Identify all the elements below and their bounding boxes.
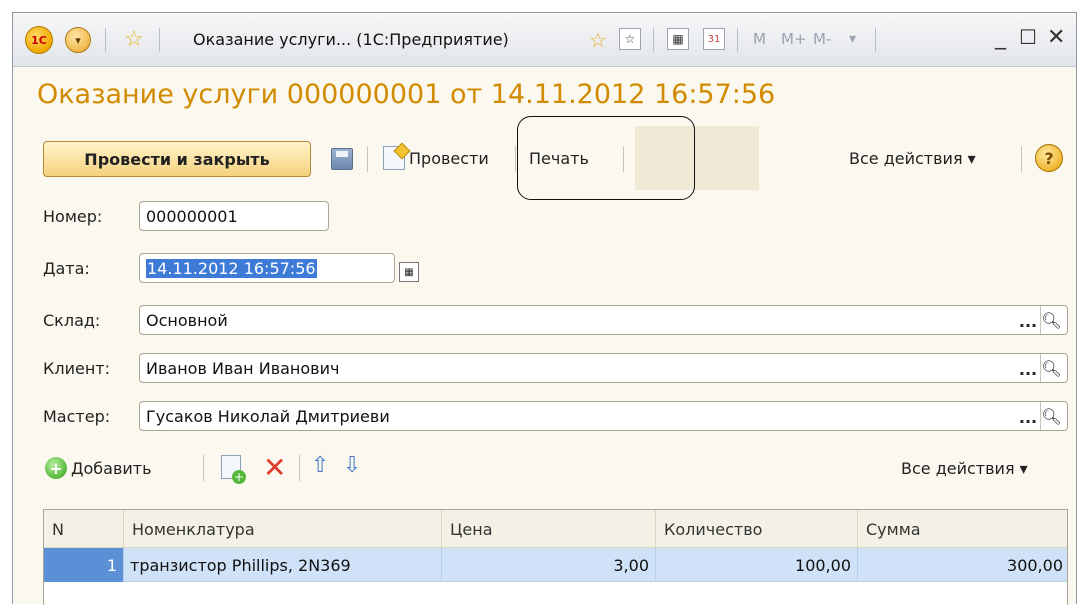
calculator-icon[interactable]: ▦: [667, 28, 689, 50]
toolbar-separator: [203, 455, 204, 481]
warehouse-label: Склад:: [43, 311, 101, 330]
warehouse-search-icon[interactable]: 🔍︎: [1040, 306, 1062, 334]
1c-logo-icon[interactable]: 1С: [25, 26, 53, 54]
column-header-n[interactable]: N: [44, 510, 124, 548]
delete-row-icon[interactable]: ✕: [263, 451, 286, 484]
minimize-icon[interactable]: _: [995, 25, 1006, 50]
master-value: Гусаков Николай Дмитриеви: [146, 406, 390, 426]
table-row[interactable]: 1 транзистор Phillips, 2N369 3,00 100,00…: [44, 548, 1067, 582]
maximize-icon[interactable]: ☐: [1019, 25, 1037, 49]
title-separator: [737, 28, 738, 52]
post-button[interactable]: Провести: [409, 149, 489, 168]
date-field[interactable]: 14.11.2012 16:57:56: [139, 253, 395, 283]
warehouse-field[interactable]: Основной: [139, 305, 1068, 335]
row-sum[interactable]: 300,00: [858, 548, 1069, 582]
column-header-quantity[interactable]: Количество: [656, 510, 858, 548]
save-icon[interactable]: [331, 148, 353, 170]
row-item[interactable]: транзистор Phillips, 2N369: [124, 548, 442, 582]
copy-row-icon[interactable]: [221, 455, 246, 484]
page-title: Оказание услуги 000000001 от 14.11.2012 …: [37, 79, 776, 110]
services-table[interactable]: N Номенклатура Цена Количество Сумма 1 т…: [43, 509, 1068, 605]
move-up-icon[interactable]: ⇧: [311, 453, 329, 478]
add-row-icon[interactable]: +: [45, 457, 67, 479]
table-header: N Номенклатура Цена Количество Сумма: [44, 510, 1067, 548]
title-separator: [159, 28, 160, 52]
calendar-picker-icon[interactable]: ▦: [399, 262, 419, 282]
title-separator: [105, 28, 106, 52]
column-header-price[interactable]: Цена: [442, 510, 656, 548]
all-actions-menu[interactable]: Все действия ▾: [849, 149, 976, 168]
client-search-icon[interactable]: 🔍︎: [1040, 354, 1062, 382]
master-search-icon[interactable]: 🔍︎: [1040, 402, 1062, 430]
date-label: Дата:: [43, 259, 90, 278]
toolbar-separator: [1021, 146, 1022, 172]
client-select-button[interactable]: ...: [1017, 354, 1039, 382]
main-window: 1С ▾ ☆ Оказание услуги... (1С:Предприяти…: [12, 12, 1077, 605]
column-header-item[interactable]: Номенклатура: [124, 510, 442, 548]
main-menu-button[interactable]: ▾: [65, 27, 91, 53]
title-separator: [653, 28, 654, 52]
date-value: 14.11.2012 16:57:56: [146, 258, 317, 278]
dropdown-icon[interactable]: ▾: [849, 31, 856, 47]
memory-plus-button[interactable]: M+: [781, 30, 807, 48]
client-label: Клиент:: [43, 359, 110, 378]
master-select-button[interactable]: ...: [1017, 402, 1039, 430]
add-row-button[interactable]: Добавить: [71, 459, 152, 478]
help-icon[interactable]: ?: [1035, 144, 1063, 172]
client-field[interactable]: Иванов Иван Иванович: [139, 353, 1068, 383]
favorites-star-icon[interactable]: ☆: [121, 27, 147, 53]
window-title: Оказание услуги... (1С:Предприятие): [193, 30, 509, 49]
title-bar: 1С ▾ ☆ Оказание услуги... (1С:Предприяти…: [13, 13, 1076, 67]
warehouse-select-button[interactable]: ...: [1017, 306, 1039, 334]
title-separator: [875, 28, 876, 52]
toolbar-separator: [299, 455, 300, 481]
post-document-icon[interactable]: [383, 146, 405, 170]
move-down-icon[interactable]: ⇩: [343, 453, 361, 478]
row-quantity[interactable]: 100,00: [656, 548, 858, 582]
warehouse-value: Основной: [146, 310, 228, 330]
master-field[interactable]: Гусаков Николай Дмитриеви: [139, 401, 1068, 431]
memory-minus-button[interactable]: M-: [813, 30, 831, 48]
master-label: Мастер:: [43, 407, 111, 426]
row-price[interactable]: 3,00: [442, 548, 656, 582]
add-favorite-icon[interactable]: ☆: [585, 27, 611, 53]
print-highlight-annotation: [517, 116, 695, 200]
row-number: 1: [44, 548, 124, 582]
table-all-actions-menu[interactable]: Все действия ▾: [901, 459, 1028, 478]
toolbar-separator: [367, 146, 368, 172]
bookmark-icon[interactable]: ☆: [619, 28, 641, 50]
memory-m-button[interactable]: M: [753, 30, 766, 48]
close-icon[interactable]: ✕: [1047, 25, 1065, 50]
post-and-close-button[interactable]: Провести и закрыть: [43, 141, 311, 177]
column-header-sum[interactable]: Сумма: [858, 510, 1069, 548]
number-field[interactable]: 000000001: [139, 201, 329, 231]
calendar-icon[interactable]: 31: [703, 28, 725, 50]
toolbar-separator: [515, 146, 516, 172]
client-value: Иванов Иван Иванович: [146, 358, 340, 378]
number-label: Номер:: [43, 207, 103, 226]
